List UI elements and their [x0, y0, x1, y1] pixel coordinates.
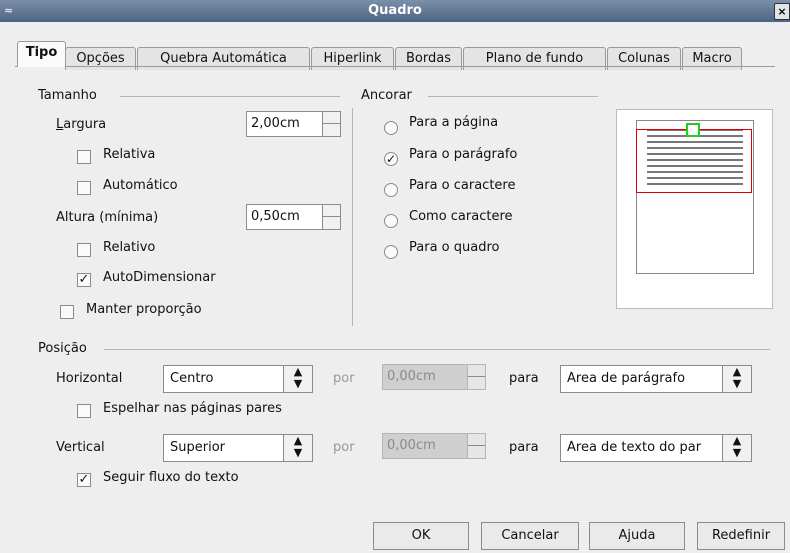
reset-button[interactable]: Redefinir — [697, 522, 785, 550]
relative-height-checkbox[interactable] — [77, 243, 91, 257]
divider — [428, 96, 598, 97]
anchor-character-radio[interactable] — [384, 183, 398, 197]
anchor-frame-radio[interactable] — [384, 245, 398, 259]
width-label: Largura — [56, 117, 107, 132]
keep-ratio-label: Manter proporção — [86, 302, 202, 317]
preview-frame — [636, 129, 752, 193]
window-title: Quadro — [368, 3, 422, 18]
height-spinner[interactable]: 0,50cm — [246, 204, 341, 230]
updown-icon[interactable]: ▲ ▼ — [722, 366, 751, 392]
checkmark-icon: ✓ — [78, 272, 90, 287]
v-to-select[interactable]: Área de texto do par ▲ ▼ — [560, 434, 752, 462]
relative-height-label: Relativo — [103, 240, 156, 255]
checkmark-icon: ✓ — [78, 472, 90, 487]
relative-width-checkbox[interactable] — [77, 150, 91, 164]
anchor-character-label: Para o caractere — [409, 178, 516, 193]
h-to-select[interactable]: Área de parágrafo ▲ ▼ — [560, 365, 752, 393]
vertical-select[interactable]: Superior ▲ ▼ — [163, 434, 313, 462]
mirror-checkbox[interactable] — [77, 404, 91, 418]
automatic-checkbox[interactable] — [77, 181, 91, 195]
ok-button[interactable]: OK — [373, 522, 469, 550]
v-to-value: Área de texto do par — [567, 440, 702, 455]
follow-flow-label: Seguir fluxo do texto — [103, 470, 239, 485]
group-posicao: Posição — [38, 341, 87, 356]
h-to-value: Área de parágrafo — [567, 371, 686, 386]
autosize-label: AutoDimensionar — [103, 270, 216, 285]
preview-page — [636, 120, 754, 274]
v-to-label: para — [509, 440, 539, 455]
mirror-label: Espelhar nas páginas pares — [103, 401, 282, 416]
divider — [120, 96, 340, 97]
height-value[interactable]: 0,50cm — [251, 209, 300, 224]
horizontal-value: Centro — [170, 371, 214, 386]
help-button[interactable]: Ajuda — [589, 522, 685, 550]
anchor-frame-label: Para o quadro — [409, 240, 500, 255]
vertical-value: Superior — [170, 440, 225, 455]
v-by-value: 0,00cm — [387, 438, 436, 453]
group-ancorar: Ancorar — [361, 88, 412, 103]
anchor-as-char-radio[interactable] — [384, 214, 398, 228]
preview-anchor-marker — [686, 123, 700, 137]
tab-panel-border — [15, 66, 775, 68]
updown-icon[interactable]: ▲ ▼ — [283, 366, 312, 392]
relative-width-label: Relativa — [103, 147, 156, 162]
close-icon[interactable]: × — [774, 3, 790, 20]
h-to-label: para — [509, 371, 539, 386]
title-bar: ≈ Quadro × — [0, 0, 790, 22]
h-by-value: 0,00cm — [387, 369, 436, 384]
cancel-button[interactable]: Cancelar — [481, 522, 579, 550]
h-by-spinner: 0,00cm — [382, 364, 486, 390]
height-label: Altura (mínima) — [56, 210, 159, 225]
follow-flow-checkbox[interactable]: ✓ — [77, 473, 91, 487]
tab-tipo[interactable]: Tipo — [17, 41, 66, 67]
anchor-as-char-label: Como caractere — [409, 209, 513, 224]
v-by-label: por — [333, 440, 355, 455]
anchor-page-radio[interactable] — [384, 121, 398, 135]
anchor-paragraph-radio[interactable]: ✓ — [384, 152, 398, 166]
height-spin-buttons[interactable] — [322, 205, 340, 229]
horizontal-select[interactable]: Centro ▲ ▼ — [163, 365, 313, 393]
updown-icon[interactable]: ▲ ▼ — [722, 435, 751, 461]
horizontal-label: Horizontal — [56, 371, 123, 386]
radio-check-icon: ✓ — [385, 152, 397, 166]
h-by-label: por — [333, 371, 355, 386]
width-spinner[interactable]: 2,00cm — [246, 111, 341, 137]
keep-ratio-checkbox[interactable] — [60, 305, 74, 319]
automatic-label: Automático — [103, 178, 178, 193]
preview-area — [616, 109, 773, 309]
vertical-label: Vertical — [56, 440, 105, 455]
divider — [104, 349, 770, 350]
group-tamanho: Tamanho — [38, 88, 97, 103]
group-separator — [352, 108, 353, 326]
updown-icon[interactable]: ▲ ▼ — [283, 435, 312, 461]
anchor-paragraph-label: Para o parágrafo — [409, 147, 518, 162]
autosize-checkbox[interactable]: ✓ — [77, 273, 91, 287]
anchor-page-label: Para a página — [409, 115, 499, 130]
width-value[interactable]: 2,00cm — [251, 116, 300, 131]
v-by-spinner: 0,00cm — [382, 433, 486, 459]
width-spin-buttons[interactable] — [322, 112, 340, 136]
